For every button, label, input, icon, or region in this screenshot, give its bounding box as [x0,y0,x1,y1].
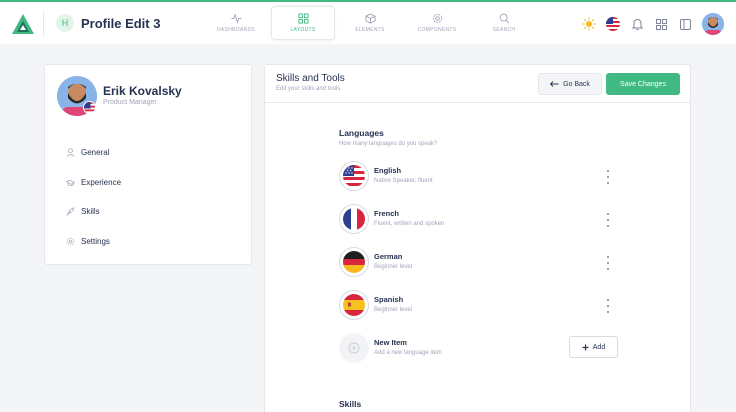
de-flag-icon [339,247,369,277]
gear-icon [432,13,442,24]
languages-title: Languages [339,128,384,138]
feather-icon [66,207,75,217]
settings-icon [66,237,75,246]
go-back-button[interactable]: Go Back [538,73,602,95]
project-badge: H [56,14,74,32]
nav-label: COMPONENTS [417,27,457,33]
add-label: Add [592,343,606,351]
us-flag-icon[interactable] [606,17,620,31]
language-desc: Beginner level [374,307,413,313]
list-item: Spanish Beginner level [339,290,619,322]
menu-label: Settings [81,236,110,246]
search-icon [499,13,509,24]
nav-label: DASHBOARDS [216,27,255,33]
sun-icon[interactable] [582,17,596,31]
box-icon [364,13,376,24]
new-item-name: New Item [374,338,407,347]
sidebar-icon[interactable] [678,17,692,31]
activity-icon [230,13,242,24]
us-flag-icon [83,101,96,114]
card-header: Skills and Tools Edit your skills and to… [265,65,690,103]
header-divider [43,12,44,36]
language-desc: Beginner level [374,264,413,270]
language-desc: Native Speaker, fluent [374,178,433,184]
nav-dashboards[interactable]: DASHBOARDS [204,6,268,40]
profile-card: Erik Kovalsky Product Manager General Ex… [44,64,252,265]
nav-elements[interactable]: ELEMENTS [338,6,402,40]
es-flag-icon [339,290,369,320]
logo-icon[interactable] [12,14,34,34]
profile-role: Product Manager [103,99,157,106]
page-title: Profile Edit 3 [81,16,161,31]
languages-subtitle: How many languages do you speak? [339,141,438,147]
header-actions [572,13,724,35]
arrow-left-icon [550,81,559,87]
more-vertical-icon[interactable] [605,256,611,270]
nav-search[interactable]: SEARCH [472,6,536,40]
apps-icon[interactable] [654,17,668,31]
go-back-label: Go Back [563,80,590,88]
skills-card: Skills and Tools Edit your skills and to… [264,64,691,412]
card-title: Skills and Tools [276,73,345,84]
fr-flag-icon [339,204,369,234]
more-vertical-icon[interactable] [605,213,611,227]
list-item: English Native Speaker, fluent [339,161,619,193]
user-avatar[interactable] [702,13,724,35]
menu-label: Skills [81,207,100,217]
menu-item-skills[interactable]: Skills [66,197,121,227]
nav-label: SEARCH [492,27,516,33]
more-vertical-icon[interactable] [605,170,611,184]
language-name: Spanish [374,295,404,304]
menu-label: General [81,148,110,158]
menu-label: Experience [81,177,122,187]
language-name: English [374,166,402,175]
list-item: German Beginner level [339,247,619,279]
menu-item-general[interactable]: General [66,138,121,168]
main-nav: DASHBOARDS LAYOUTS ELEMENTS COMPONENTS S… [204,6,539,42]
nav-label: LAYOUTS [290,27,316,33]
language-name: French [374,209,400,218]
nav-layouts[interactable]: LAYOUTS [271,6,335,40]
more-vertical-icon[interactable] [605,299,611,313]
skills-title: Skills [339,399,362,409]
nav-components[interactable]: COMPONENTS [405,6,469,40]
profile-menu: General Experience Skills Settings [66,138,121,256]
user-icon [66,148,75,158]
save-changes-button[interactable]: Save Changes [606,73,680,95]
profile-name: Erik Kovalsky [103,84,182,98]
plus-icon [582,344,589,350]
new-item-desc: Add a new language item [374,350,442,356]
us-flag-icon [339,161,369,191]
briefcase-icon [66,179,75,186]
language-name: German [374,252,403,261]
menu-item-settings[interactable]: Settings [66,227,121,257]
nav-label: ELEMENTS [355,27,385,33]
language-desc: Fluent, written and spoken [374,221,445,227]
add-language-button[interactable]: Add [569,336,618,358]
bell-icon[interactable] [630,17,644,31]
top-navbar: H Profile Edit 3 DASHBOARDS LAYOUTS ELEM… [0,0,736,44]
card-subtitle: Edit your skills and tools [276,86,341,92]
grid-icon [297,13,309,24]
plus-circle-icon [339,333,369,363]
menu-item-experience[interactable]: Experience [66,168,121,198]
list-item: French Fluent, written and spoken [339,204,619,236]
